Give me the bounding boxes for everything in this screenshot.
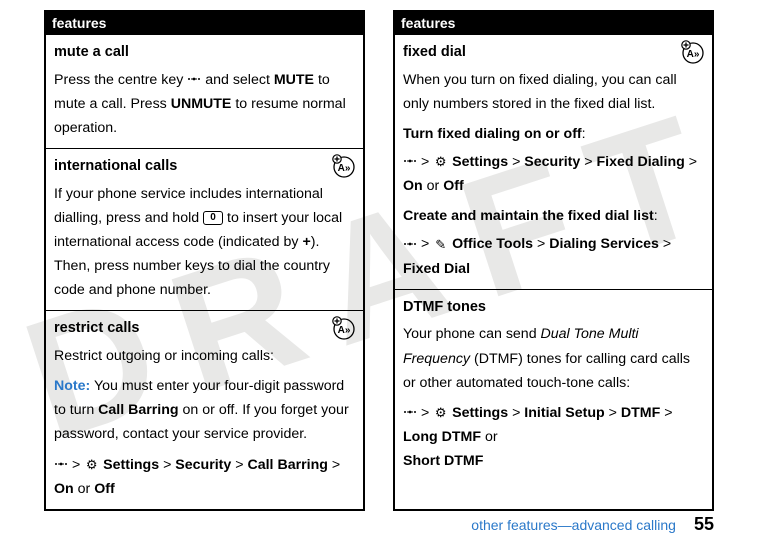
text: and select (201, 72, 274, 88)
gt: > (663, 236, 671, 252)
path-cb: Call Barring (247, 457, 327, 473)
path-security: Security (175, 457, 231, 473)
gt: > (512, 154, 524, 170)
page-footer: other features—advanced calling 55 (471, 514, 714, 535)
centre-key-icon (187, 74, 201, 84)
gt: > (512, 405, 524, 421)
gt: > (421, 236, 433, 252)
colon: : (654, 208, 658, 224)
note-label: Note: (54, 378, 90, 394)
gt: > (332, 457, 340, 473)
settings-icon: ⚙ (433, 155, 448, 169)
centre-key-icon (54, 459, 68, 469)
right-header: features (395, 12, 712, 34)
path-short: Short DTMF (403, 453, 483, 469)
unmute-label: UNMUTE (171, 96, 232, 112)
section-mute-call: mute a call Press the centre key and sel… (46, 34, 363, 148)
section-fixed-dial: A» fixed dial When you turn on fixed dia… (395, 34, 712, 289)
svg-text:A»: A» (338, 325, 351, 336)
path-off: Off (94, 481, 115, 497)
text: Press the centre key (54, 72, 187, 88)
centre-key-icon (403, 239, 417, 249)
page-number: 55 (694, 514, 714, 535)
gt: > (235, 457, 247, 473)
fd-path1: > ⚙ Settings > Security > Fixed Dialing … (403, 150, 704, 198)
zero-key-icon: 0 (203, 211, 223, 225)
restrict-path: > ⚙ Settings > Security > Call Barring >… (54, 453, 355, 501)
body-intl: If your phone service includes internati… (54, 182, 355, 303)
svg-text:A»: A» (687, 49, 700, 60)
centre-key-icon (403, 407, 417, 417)
sim-badge-icon: A» (331, 153, 357, 179)
page-columns: features mute a call Press the centre ke… (0, 0, 758, 511)
centre-key-icon (403, 156, 417, 166)
gt: > (421, 154, 433, 170)
sim-badge-icon: A» (680, 39, 706, 65)
sub2-label: Create and maintain the fixed dial list (403, 208, 654, 224)
title-fixed-dial: fixed dial (403, 40, 704, 65)
restrict-note: Note: You must enter your four-digit pas… (54, 374, 355, 446)
office-tools-icon: ✎ (433, 238, 448, 252)
fd-line1: When you turn on fixed dialing, you can … (403, 68, 704, 116)
restrict-line1: Restrict outgoing or incoming calls: (54, 344, 355, 368)
path-fdial: Fixed Dial (403, 261, 470, 277)
right-column: features A» fixed dial When you turn on … (393, 10, 714, 511)
path-ds: Dialing Services (549, 236, 659, 252)
title-dtmf: DTMF tones (403, 295, 704, 320)
svg-text:A»: A» (338, 163, 351, 174)
dtmf-path: > ⚙ Settings > Initial Setup > DTMF > Lo… (403, 401, 704, 473)
section-intl-calls: A» international calls If your phone ser… (46, 148, 363, 310)
section-dtmf: DTMF tones Your phone can send Dual Tone… (395, 289, 712, 481)
mute-label: MUTE (274, 72, 314, 88)
gt: > (584, 154, 596, 170)
title-mute: mute a call (54, 40, 355, 65)
settings-icon: ⚙ (84, 458, 99, 472)
sub1-label: Turn fixed dialing on or off (403, 126, 582, 142)
or: or (74, 481, 95, 497)
gt: > (72, 457, 84, 473)
title-restrict: restrict calls (54, 316, 355, 341)
settings-icon: ⚙ (433, 406, 448, 420)
path-on: On (54, 481, 74, 497)
path-long: Long DTMF (403, 429, 481, 445)
path-security: Security (524, 154, 580, 170)
path-tools: Office Tools (452, 236, 533, 252)
sim-badge-icon: A» (331, 315, 357, 341)
path-settings: Settings (452, 405, 508, 421)
gt: > (537, 236, 549, 252)
path-fd: Fixed Dialing (596, 154, 684, 170)
gt: > (421, 405, 433, 421)
path-on: On (403, 178, 423, 194)
fd-path2: > ✎ Office Tools > Dialing Services > Fi… (403, 232, 704, 280)
fd-sub2: Create and maintain the fixed dial list: (403, 204, 704, 228)
path-dtmf: DTMF (621, 405, 660, 421)
title-intl: international calls (54, 154, 355, 179)
footer-text: other features—advanced calling (471, 517, 676, 533)
plus-sign: + (302, 234, 310, 250)
gt: > (664, 405, 672, 421)
fd-sub1: Turn fixed dialing on or off: (403, 122, 704, 146)
gt: > (163, 457, 175, 473)
text: Your phone can send (403, 326, 541, 342)
gt: > (609, 405, 621, 421)
body-mute: Press the centre key and select MUTE to … (54, 68, 355, 140)
callbarring-label: Call Barring (98, 402, 178, 418)
gt: > (689, 154, 697, 170)
or: or (481, 429, 498, 445)
left-header: features (46, 12, 363, 34)
dtmf-line1: Your phone can send Dual Tone Multi Freq… (403, 322, 704, 394)
or: or (423, 178, 444, 194)
left-column: features mute a call Press the centre ke… (44, 10, 365, 511)
section-restrict-calls: A» restrict calls Restrict outgoing or i… (46, 310, 363, 508)
path-settings: Settings (452, 154, 508, 170)
path-settings: Settings (103, 457, 159, 473)
path-init: Initial Setup (524, 405, 604, 421)
colon: : (582, 126, 586, 142)
path-off: Off (443, 178, 464, 194)
